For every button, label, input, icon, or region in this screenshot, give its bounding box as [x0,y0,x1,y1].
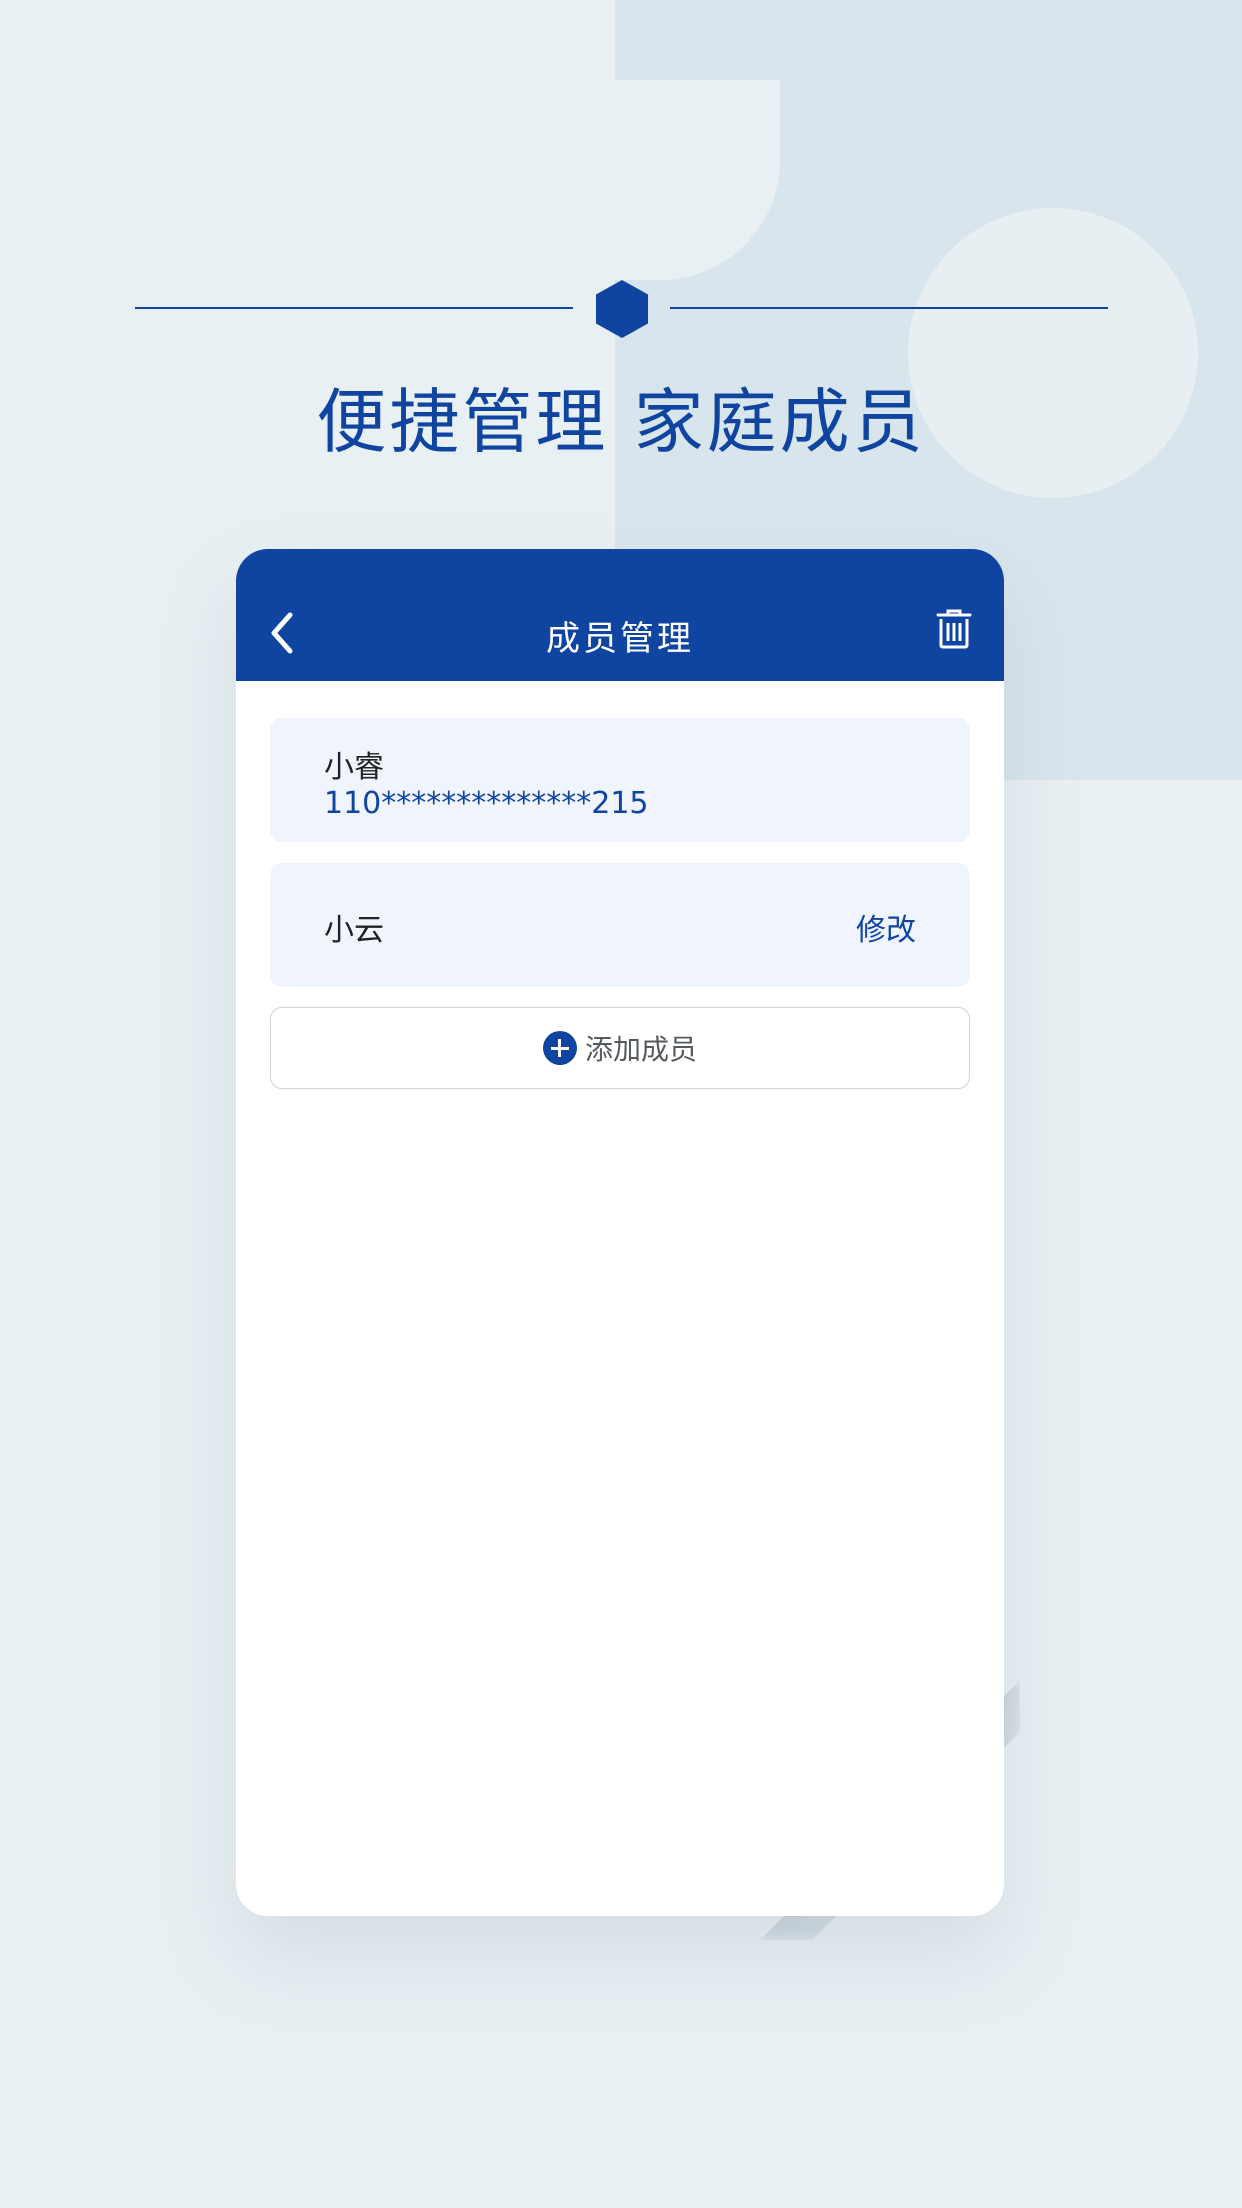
member-name: 小云 [324,913,384,948]
nav-bar: 成员管理 [236,549,1004,681]
hero-title: 便捷管理 家庭成员 [316,381,926,463]
add-member-button[interactable]: 添加成员 [270,1007,970,1089]
member-id-number: 110**************215 [324,786,649,821]
hero-divider-right [670,307,1108,309]
trash-icon[interactable] [936,609,972,649]
member-name: 小睿 [324,750,384,785]
phone-screen: 成员管理 小睿 110**************215 小云 修改 添加成员 [236,549,1004,1916]
plus-circle-icon [542,1031,577,1065]
background-shape-top [765,0,1242,100]
hero-divider-left [135,307,573,309]
member-item[interactable]: 小云 修改 [270,863,970,987]
edit-member-button[interactable]: 修改 [856,905,916,949]
add-member-label: 添加成员 [584,1033,697,1066]
member-item[interactable]: 小睿 110**************215 [270,718,970,842]
page-title: 成员管理 [546,619,694,659]
